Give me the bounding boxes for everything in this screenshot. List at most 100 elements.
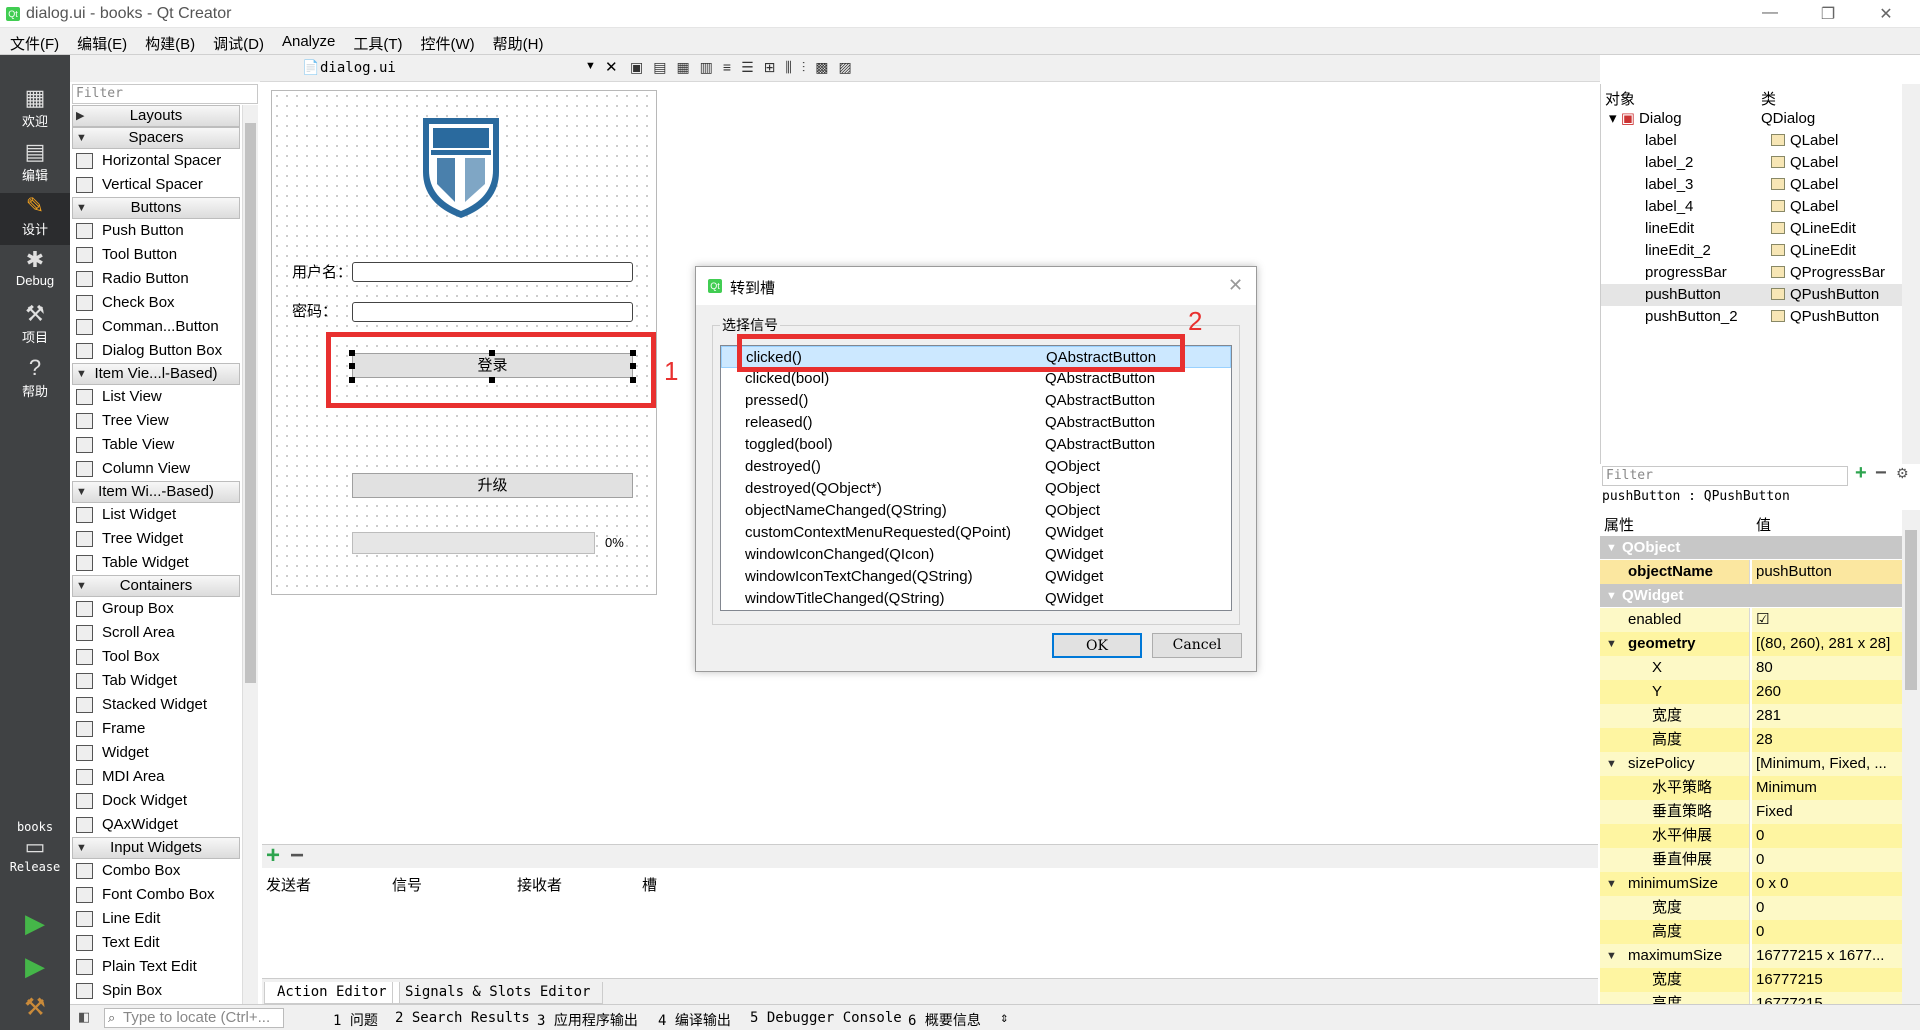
widget-item[interactable]: Line Edit (72, 907, 240, 931)
column-value[interactable]: 值 (1756, 514, 1771, 535)
widget-item[interactable]: Comman...Button (72, 315, 240, 339)
property-row[interactable]: 垂直伸展 0 (1600, 848, 1902, 872)
tab-signals-slots-editor[interactable]: Signals & Slots Editor (392, 982, 604, 1004)
column-class[interactable]: 类 (1761, 88, 1776, 109)
connections-table[interactable] (262, 896, 1598, 978)
menu-build[interactable]: 构建(B) (135, 28, 203, 54)
object-inspector-scrollbar[interactable] (1902, 84, 1920, 464)
widget-item[interactable]: Tab Widget (72, 669, 240, 693)
widget-item[interactable]: Column View (72, 457, 240, 481)
object-row[interactable]: pushButton QPushButton (1601, 284, 1920, 306)
widget-item[interactable]: Text Edit (72, 931, 240, 955)
locate-input[interactable]: Type to locate (Ctrl+... (104, 1008, 284, 1028)
widget-item[interactable]: Tool Button (72, 243, 240, 267)
widget-item[interactable]: Frame (72, 717, 240, 741)
widget-item[interactable]: Tree Widget (72, 527, 240, 551)
configure-icon[interactable]: ⚙ (1896, 465, 1909, 482)
widget-category[interactable]: ▶ Layouts (72, 105, 240, 127)
property-row[interactable]: X 80 (1600, 656, 1902, 680)
close-file-icon[interactable]: ✕ (605, 58, 618, 76)
pane-compile-output[interactable]: 4 编译输出 (658, 1010, 731, 1030)
property-row[interactable]: enabled ☑ (1600, 608, 1902, 632)
property-value[interactable]: 16777215 (1752, 968, 1902, 992)
menu-tools[interactable]: 工具(T) (343, 28, 410, 54)
widget-item[interactable]: List View (72, 385, 240, 409)
widget-category[interactable]: ▼ Input Widgets (72, 837, 240, 859)
object-row[interactable]: progressBar QProgressBar (1601, 262, 1920, 284)
cancel-button[interactable]: Cancel (1152, 633, 1242, 658)
widget-item[interactable]: Table View (72, 433, 240, 457)
chevron-down-icon[interactable]: ▼ (1606, 536, 1617, 560)
property-value[interactable]: 28 (1752, 728, 1902, 752)
object-row[interactable]: lineEdit QLineEdit (1601, 218, 1920, 240)
pane-app-output[interactable]: 3 应用程序输出 (537, 1010, 638, 1030)
object-tree[interactable]: ▾ ▣ Dialog QDialog label QLabel label_2 QLabe… (1601, 108, 1920, 328)
build-button[interactable]: ⚒ (0, 995, 70, 1030)
layout-tools-icons[interactable]: ▣▤▦▥≡☰⊞⫼⫶▩▨ (630, 59, 862, 76)
add-connection-icon[interactable]: + (266, 842, 280, 870)
signal-row[interactable]: windowTitleChanged(QString) QWidget (721, 588, 1231, 610)
property-value[interactable]: Fixed (1752, 800, 1902, 824)
menu-widgets[interactable]: 控件(W) (411, 28, 483, 54)
property-row[interactable]: 高度 16777215 (1600, 992, 1902, 1004)
widget-item[interactable]: Tool Box (72, 645, 240, 669)
upgrade-button[interactable]: 升级 (352, 473, 633, 498)
property-row[interactable]: 宽度 0 (1600, 896, 1902, 920)
property-row[interactable]: 宽度 16777215 (1600, 968, 1902, 992)
toggle-sidebar-icon[interactable]: ◧ (78, 1009, 90, 1025)
username-input[interactable] (352, 262, 633, 282)
property-value[interactable]: 0 (1752, 848, 1902, 872)
mode-help[interactable]: ? 帮助 (0, 355, 70, 407)
mode-edit[interactable]: ▤ 编辑 (0, 139, 70, 191)
column-receiver[interactable]: 接收者 (517, 874, 562, 895)
widget-item[interactable]: Group Box (72, 597, 240, 621)
chevron-down-icon[interactable]: ▼ (1606, 584, 1617, 608)
pane-issues[interactable]: 1 问题 (333, 1010, 378, 1030)
pane-search-results[interactable]: 2 Search Results (395, 1010, 530, 1026)
property-value[interactable]: ☑ (1752, 608, 1902, 632)
property-row[interactable]: maximumSize 16777215 x 1677... ▼ (1600, 944, 1902, 968)
widget-item[interactable]: Spin Box (72, 979, 240, 1003)
property-rows[interactable]: ▼ QObject objectName pushButton ▼ QWidget enab… (1600, 536, 1902, 1004)
chevron-down-icon[interactable]: ▼ (1606, 944, 1617, 968)
signal-row[interactable]: windowIconTextChanged(QString) QWidget (721, 566, 1231, 588)
property-row[interactable]: geometry [(80, 260), 281 x 28] ▼ (1600, 632, 1902, 656)
widget-item[interactable]: Horizontal Spacer (72, 149, 240, 173)
widget-category[interactable]: ▼ Buttons (72, 197, 240, 219)
file-dropdown-icon[interactable]: ▼ (585, 60, 596, 72)
widget-item[interactable]: Dock Widget (72, 789, 240, 813)
widget-item[interactable]: MDI Area (72, 765, 240, 789)
widget-item[interactable]: Vertical Spacer (72, 173, 240, 197)
chevron-down-icon[interactable]: ▼ (1606, 752, 1617, 776)
widget-category[interactable]: ▼ Spacers (72, 127, 240, 149)
mode-welcome[interactable]: ▦ 欢迎 (0, 85, 70, 137)
column-sender[interactable]: 发送者 (266, 874, 311, 895)
object-row[interactable]: label_2 QLabel (1601, 152, 1920, 174)
widget-item[interactable]: List Widget (72, 503, 240, 527)
object-row[interactable]: pushButton_2 QPushButton (1601, 306, 1920, 328)
menu-help[interactable]: 帮助(H) (483, 28, 552, 54)
property-group[interactable]: ▼ QWidget (1600, 584, 1902, 608)
widget-category[interactable]: ▼ Item Vie...l-Based) (72, 363, 240, 385)
kit-selector[interactable]: books ▭ Release (0, 820, 70, 890)
property-row[interactable]: minimumSize 0 x 0 ▼ (1600, 872, 1902, 896)
widget-item[interactable]: QAxWidget (72, 813, 240, 837)
menu-edit[interactable]: 编辑(E) (67, 28, 135, 54)
property-row[interactable]: 高度 28 (1600, 728, 1902, 752)
widget-item[interactable]: Radio Button (72, 267, 240, 291)
property-value[interactable]: 0 (1752, 920, 1902, 944)
widget-item[interactable]: Check Box (72, 291, 240, 315)
signal-row[interactable]: customContextMenuRequested(QPoint) QWidge… (721, 522, 1231, 544)
widget-item[interactable]: Stacked Widget (72, 693, 240, 717)
column-slot[interactable]: 槽 (642, 874, 657, 895)
object-row[interactable]: lineEdit_2 QLineEdit (1601, 240, 1920, 262)
column-signal[interactable]: 信号 (392, 874, 422, 895)
mode-design[interactable]: ✎ 设计 (0, 193, 70, 245)
object-row[interactable]: label_4 QLabel (1601, 196, 1920, 218)
pane-general-messages[interactable]: 6 概要信息 (908, 1010, 981, 1030)
widget-item[interactable]: Combo Box (72, 859, 240, 883)
widget-item[interactable]: Scroll Area (72, 621, 240, 645)
signal-row[interactable]: objectNameChanged(QString) QObject (721, 500, 1231, 522)
property-row[interactable]: Y 260 (1600, 680, 1902, 704)
property-row[interactable]: 垂直策略 Fixed (1600, 800, 1902, 824)
